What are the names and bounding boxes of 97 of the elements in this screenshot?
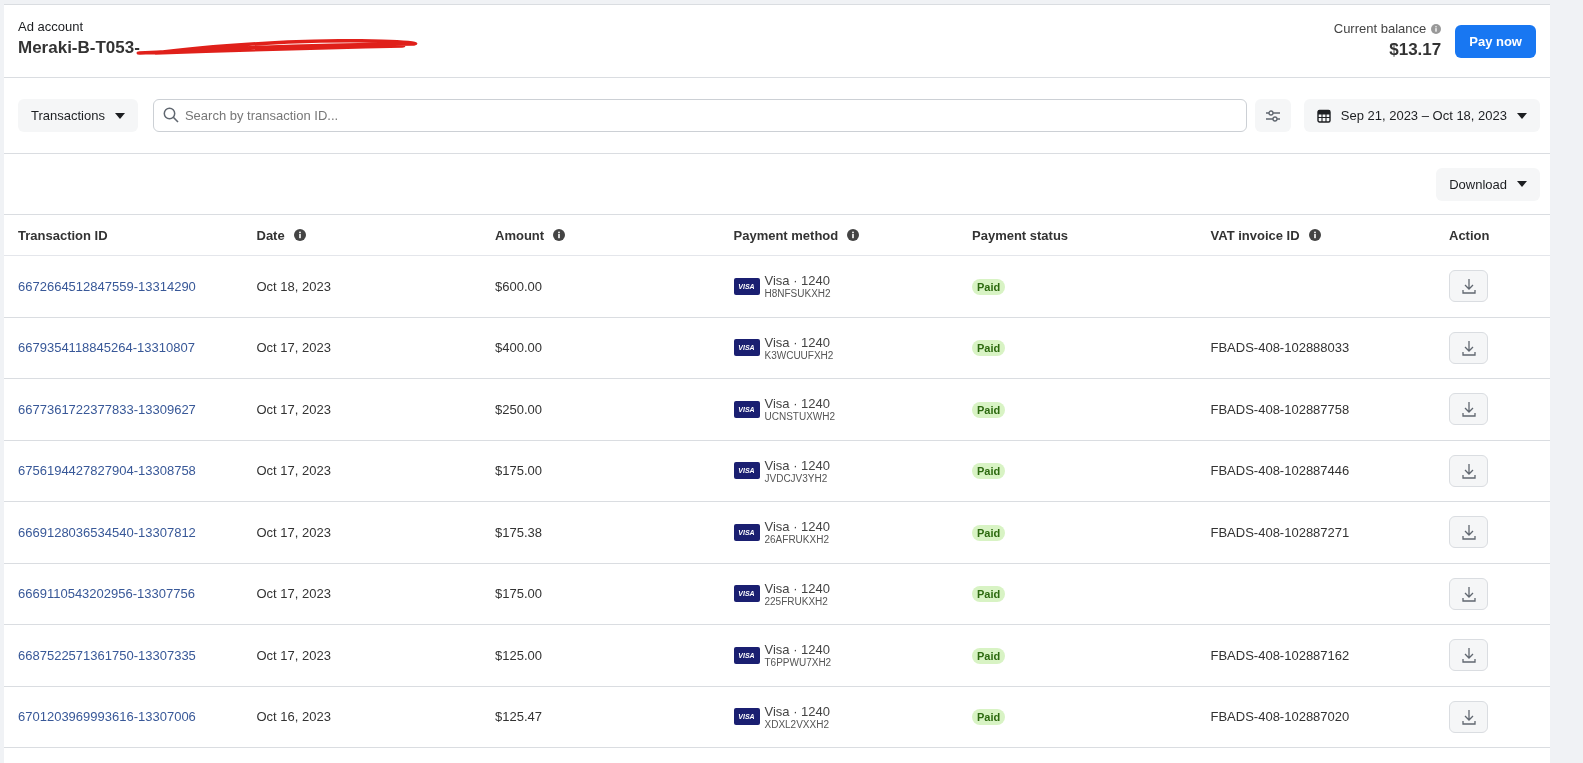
payment-method: Visa · 1240 [764,519,831,535]
amount-cell: $175.38 [495,524,542,540]
download-button[interactable] [1449,331,1488,364]
payment-method: Visa · 1240 [764,396,832,412]
sliders-icon [1264,108,1281,123]
status-badge: Paid [972,278,1006,295]
status-badge: Paid [972,463,1006,480]
vat-invoice-id: FBADS-408-102887020 [1210,709,1350,725]
column-header: Payment status [972,227,1069,243]
date-cell: Oct 16, 2023 [256,709,331,725]
amount-cell: $400.00 [495,340,542,356]
payment-method: Visa · 1240 [764,457,831,473]
payment-method: Visa · 1240 [764,334,832,350]
account-name: Meraki-B-T053- [18,38,140,58]
account-label: Ad account [18,19,85,34]
status-badge: Paid [972,524,1006,541]
transaction-link[interactable]: 6677361722377833-13309627 [18,401,196,417]
date-cell: Oct 17, 2023 [256,524,331,540]
caret-icon [114,112,125,119]
status-badge: Paid [972,340,1006,357]
download-button[interactable] [1449,270,1488,303]
payment-reference: JVDCJV3YH2 [764,472,829,484]
date-cell: Oct 17, 2023 [256,401,331,417]
amount-cell: $250.00 [495,401,542,417]
transaction-link[interactable]: 6669128036534540-13307812 [18,524,196,540]
amount-cell: $175.00 [495,586,542,602]
download-button[interactable] [1449,516,1488,549]
column-header: Date [256,227,285,243]
amount-cell: $600.00 [495,278,542,294]
payment-reference: XDXL2VXXH2 [764,718,830,730]
download-button[interactable] [1449,639,1488,672]
download-icon [1460,278,1477,295]
transaction-link[interactable]: 6669110543202956-13307756 [18,586,195,602]
transactions-dropdown[interactable]: Transactions [18,99,138,132]
download-icon [1460,339,1477,356]
search-field[interactable]: Search by transaction ID... [152,99,1247,132]
amount-cell: $125.47 [495,709,542,725]
download-button[interactable] [1449,700,1488,733]
payment-reference: H8NFSUKXH2 [764,288,831,300]
date-range-dropdown[interactable]: Sep 21, 2023 – Oct 18, 2023 [1303,99,1540,132]
caret-icon [1517,181,1527,187]
transaction-link[interactable]: 6687522571361750-13307335 [18,647,196,663]
download-button[interactable] [1449,393,1488,426]
info-icon [1308,229,1321,241]
column-header: Transaction ID [18,227,108,243]
status-badge: Paid [972,647,1006,664]
column-header: Action [1449,227,1490,243]
payment-method: Visa · 1240 [764,642,832,658]
payment-reference: UCNSTUXWH2 [764,411,836,423]
pay-now-button[interactable]: Pay now [1455,25,1536,58]
status-badge: Paid [972,709,1006,726]
column-header: VAT invoice ID [1210,227,1300,243]
status-badge: Paid [972,401,1006,418]
download-icon [1460,401,1477,418]
vat-invoice-id: FBADS-408-102887446 [1210,463,1350,479]
download-icon [1460,708,1477,725]
date-cell: Oct 17, 2023 [256,586,331,602]
payment-reference: K3WCUUFXH2 [764,349,834,361]
download-dropdown[interactable]: Download [1436,167,1540,201]
info-icon [847,229,860,241]
download-icon [1460,462,1477,479]
vat-invoice-id: FBADS-408-102887271 [1210,524,1350,540]
filter-button[interactable] [1254,99,1291,132]
date-cell: Oct 17, 2023 [256,340,331,356]
payment-method: Visa · 1240 [764,703,831,719]
vat-invoice-id: FBADS-408-102887162 [1210,647,1350,663]
date-cell: Oct 17, 2023 [256,647,331,663]
caret-icon [1517,112,1527,119]
vat-invoice-id: FBADS-408-102888033 [1210,340,1350,356]
balance-label: Current balance [1333,21,1427,36]
download-icon [1460,585,1477,602]
transaction-link[interactable]: 6679354118845264-13310807 [18,340,195,356]
download-icon [1460,524,1477,541]
info-icon [553,229,566,241]
info-icon [1431,23,1442,34]
payment-reference: T6PPWU7XH2 [764,657,832,669]
column-header: Amount [495,227,545,243]
download-icon [1460,647,1477,664]
payment-method: Visa · 1240 [764,273,831,289]
payment-reference: 225FRUKXH2 [764,595,829,607]
payment-method: Visa · 1240 [764,580,831,596]
transaction-link[interactable]: 6701203969993616-13307006 [18,709,196,725]
amount-cell: $175.00 [495,463,542,479]
info-icon [293,229,306,241]
date-cell: Oct 17, 2023 [256,463,331,479]
calendar-icon [1316,108,1331,123]
payment-reference: 26AFRUKXH2 [764,534,830,546]
vat-invoice-id: FBADS-408-102887758 [1210,401,1350,417]
amount-cell: $125.00 [495,647,542,663]
transaction-link[interactable]: 6672664512847559-13314290 [18,278,196,294]
download-button[interactable] [1449,577,1488,610]
date-cell: Oct 18, 2023 [256,278,331,294]
download-button[interactable] [1449,454,1488,487]
column-header: Payment method [733,227,839,243]
status-badge: Paid [972,586,1006,603]
transaction-link[interactable]: 6756194427827904-13308758 [18,463,196,479]
balance-amount: $13.17 [1389,40,1442,60]
